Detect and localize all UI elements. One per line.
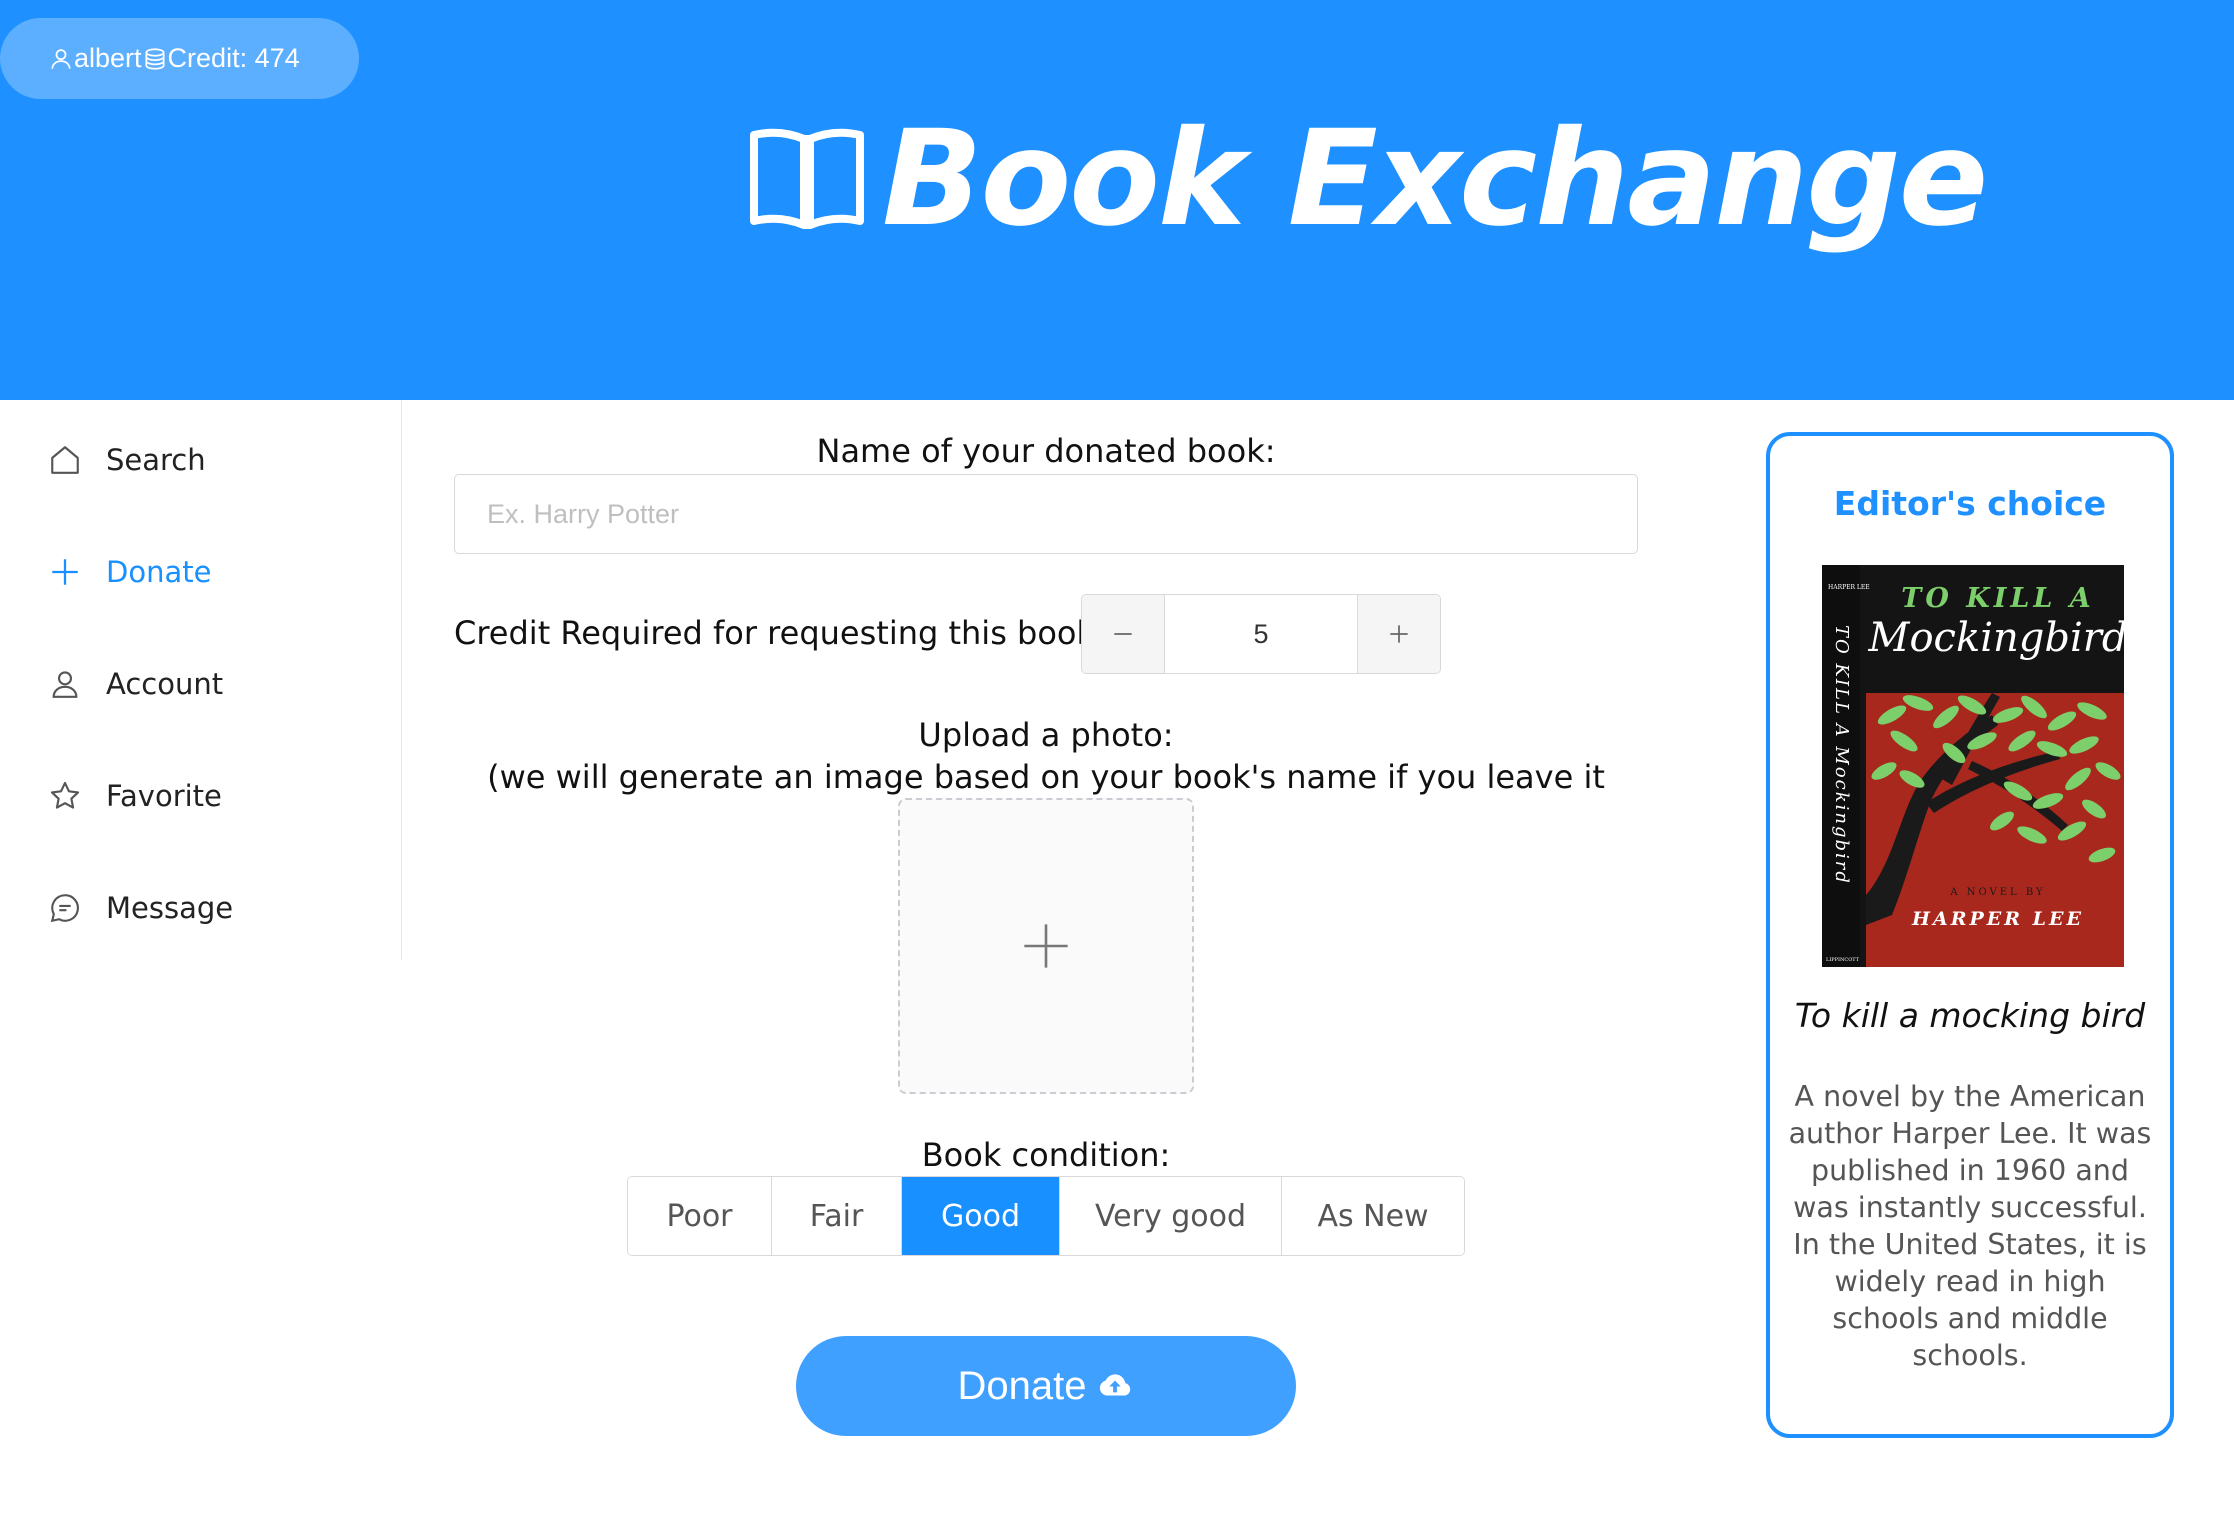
sidebar-item-donate[interactable]: Donate bbox=[0, 532, 400, 612]
donate-submit-button[interactable]: Donate bbox=[796, 1336, 1296, 1436]
sidebar-item-search[interactable]: Search bbox=[0, 420, 400, 500]
cover-spine-author: HARPER LEE bbox=[1828, 584, 1870, 591]
condition-option-good[interactable]: Good bbox=[902, 1177, 1060, 1255]
star-icon bbox=[48, 779, 82, 813]
book-name-input[interactable] bbox=[454, 474, 1638, 554]
sidebar-item-label: Favorite bbox=[106, 779, 222, 813]
cover-spine-title: TO KILL A Mockingbird bbox=[1831, 625, 1852, 885]
coins-icon bbox=[142, 46, 168, 72]
condition-option-poor[interactable]: Poor bbox=[628, 1177, 772, 1255]
increment-button[interactable] bbox=[1357, 595, 1440, 673]
decrement-button[interactable] bbox=[1082, 595, 1165, 673]
book-cover-image[interactable]: TO KILL A Mockingbird A NOVEL BY HARPER … bbox=[1822, 565, 2124, 967]
photo-upload-dropzone[interactable] bbox=[898, 798, 1194, 1094]
app-title: Book Exchange bbox=[882, 102, 1988, 256]
sidebar-item-label: Donate bbox=[106, 555, 212, 589]
credit-balance: Credit: 474 bbox=[167, 43, 300, 73]
cover-novel-by: A NOVEL BY bbox=[1949, 887, 2045, 898]
message-icon bbox=[48, 891, 82, 925]
cloud-upload-icon bbox=[1086, 1367, 1134, 1405]
credit-required-label: Credit Required for requesting this book… bbox=[454, 614, 1106, 652]
username: albert bbox=[74, 43, 142, 73]
editors-choice-card[interactable]: Editor's choice TO KILL A Mockingbird A … bbox=[1766, 432, 2174, 1438]
app-header: albert Credit: 474 Book Exchange bbox=[0, 0, 2234, 400]
book-condition-selector: Poor Fair Good Very good As New bbox=[627, 1176, 1465, 1256]
book-condition-label: Book condition: bbox=[921, 1136, 1171, 1174]
cover-author: HARPER LEE bbox=[1911, 908, 2084, 930]
donate-button-label: Donate bbox=[957, 1363, 1087, 1408]
credit-value[interactable]: 5 bbox=[1165, 595, 1357, 673]
user-icon bbox=[48, 46, 74, 72]
open-book-icon bbox=[748, 125, 866, 233]
editors-choice-title: Editor's choice bbox=[1833, 484, 2107, 523]
cover-publisher: LIPPINCOTT bbox=[1826, 957, 1860, 963]
condition-option-as-new[interactable]: As New bbox=[1282, 1177, 1464, 1255]
user-icon bbox=[48, 667, 82, 701]
cover-title-line1: TO KILL A bbox=[1901, 583, 2094, 614]
featured-book-title[interactable]: To kill a mocking bird bbox=[1770, 996, 2170, 1035]
sidebar-item-label: Search bbox=[106, 443, 206, 477]
plus-icon bbox=[48, 555, 82, 589]
book-name-label: Name of your donated book: bbox=[816, 432, 1276, 470]
user-credit-badge[interactable]: albert Credit: 474 bbox=[0, 18, 359, 99]
cover-title-line2: Mockingbird bbox=[1868, 615, 2124, 661]
app-brand[interactable]: Book Exchange bbox=[748, 102, 1988, 256]
credit-stepper[interactable]: 5 bbox=[1081, 594, 1441, 674]
featured-book-description: A novel by the American author Harper Le… bbox=[1788, 1080, 2152, 1372]
sidebar-item-label: Message bbox=[106, 891, 234, 925]
sidebar-nav: Search Donate Account Favorite Message bbox=[0, 400, 402, 960]
sidebar-item-account[interactable]: Account bbox=[0, 644, 400, 724]
condition-option-very-good[interactable]: Very good bbox=[1060, 1177, 1282, 1255]
sidebar-item-message[interactable]: Message bbox=[0, 868, 400, 948]
upload-photo-label: Upload a photo: bbox=[918, 716, 1174, 754]
plus-icon bbox=[1020, 920, 1072, 972]
sidebar-item-label: Account bbox=[106, 667, 224, 701]
condition-option-fair[interactable]: Fair bbox=[772, 1177, 902, 1255]
sidebar-item-favorite[interactable]: Favorite bbox=[0, 756, 400, 836]
home-icon bbox=[48, 443, 82, 477]
